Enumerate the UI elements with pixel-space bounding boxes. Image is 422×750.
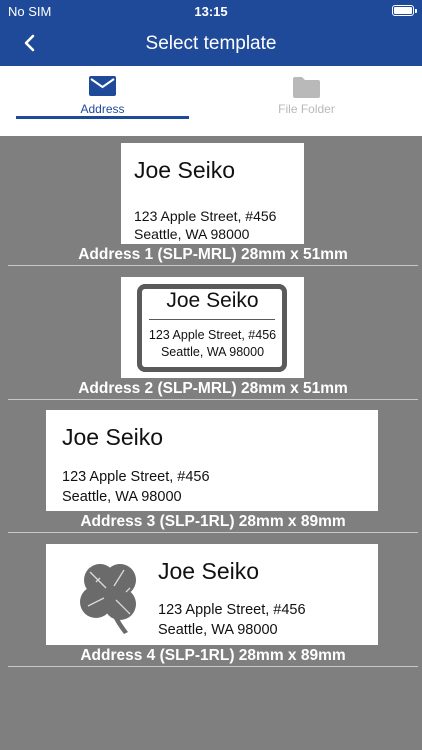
- label-address-line2: Seattle, WA 98000: [62, 489, 182, 505]
- top-bar: No SIM 13:15 Select template: [0, 0, 422, 66]
- label-address-line2: Seattle, WA 98000: [134, 226, 250, 242]
- label-address-line1: 123 Apple Street, #456: [62, 469, 210, 485]
- folder-icon: [293, 77, 320, 98]
- battery-icon: [392, 5, 417, 16]
- divider: [8, 532, 418, 533]
- label-address-line1: 123 Apple Street, #456: [158, 602, 306, 618]
- envelope-icon: [89, 76, 116, 96]
- label-preview: Joe Seiko 123 Apple Street, #456 Seattle…: [121, 277, 304, 378]
- label-address-line2: Seattle, WA 98000: [158, 622, 278, 638]
- label-preview: Joe Seiko 123 Apple Street, #456 Seattle…: [46, 410, 378, 511]
- frame-rule: [149, 319, 275, 320]
- label-address-line1: 123 Apple Street, #456: [134, 208, 277, 224]
- label-name: Joe Seiko: [134, 157, 236, 183]
- tab-selected-indicator: [16, 116, 189, 119]
- label-name: Joe Seiko: [158, 558, 260, 584]
- template-address-4[interactable]: Joe Seiko 123 Apple Street, #456 Seattle…: [8, 538, 418, 672]
- label-address-line1: 123 Apple Street, #456: [148, 328, 277, 342]
- clock: 13:15: [194, 4, 228, 19]
- status-bar: No SIM 13:15: [0, 0, 422, 22]
- tab-file-folder[interactable]: File Folder: [220, 66, 393, 136]
- label-name: Joe Seiko: [62, 424, 164, 450]
- template-address-1[interactable]: Joe Seiko 123 Apple Street, #456 Seattle…: [8, 137, 418, 271]
- template-caption: Address 2 (SLP-MRL) 28mm x 51mm: [78, 380, 348, 397]
- divider: [8, 666, 418, 667]
- divider: [8, 265, 418, 266]
- divider: [8, 399, 418, 400]
- template-address-3[interactable]: Joe Seiko 123 Apple Street, #456 Seattle…: [8, 404, 418, 538]
- template-caption: Address 3 (SLP-1RL) 28mm x 89mm: [80, 513, 346, 530]
- label-name: Joe Seiko: [166, 289, 259, 312]
- label-address-line2: Seattle, WA 98000: [160, 345, 265, 359]
- template-address-2[interactable]: Joe Seiko 123 Apple Street, #456 Seattle…: [8, 271, 418, 405]
- template-caption: Address 4 (SLP-1RL) 28mm x 89mm: [80, 647, 346, 664]
- clover-icon: [80, 564, 136, 634]
- tab-address-label: Address: [80, 102, 125, 116]
- page-title: Select template: [145, 33, 277, 54]
- tab-address[interactable]: Address: [16, 66, 189, 136]
- template-caption: Address 1 (SLP-MRL) 28mm x 51mm: [78, 246, 348, 263]
- tab-bar: Address File Folder: [0, 66, 422, 136]
- label-preview: Joe Seiko 123 Apple Street, #456 Seattle…: [121, 143, 304, 244]
- label-preview: Joe Seiko 123 Apple Street, #456 Seattle…: [46, 544, 378, 645]
- nav-bar: Select template: [0, 22, 422, 66]
- tab-file-folder-label: File Folder: [278, 102, 335, 116]
